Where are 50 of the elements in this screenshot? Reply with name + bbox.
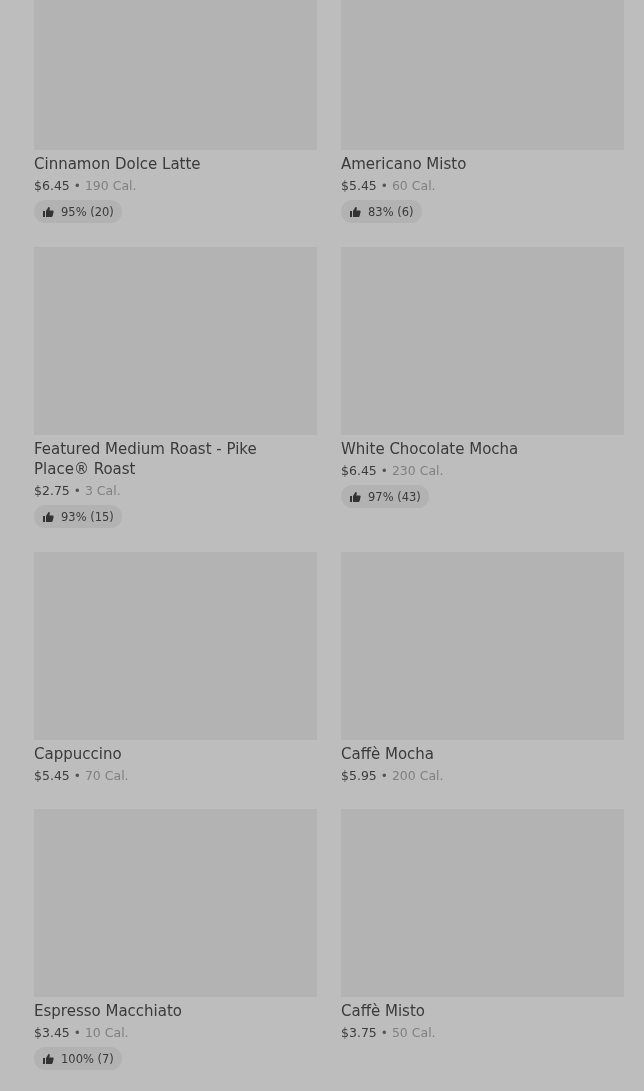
calories: 3 Cal.	[84, 482, 121, 500]
separator: •	[380, 178, 388, 195]
calories: 60 Cal.	[391, 177, 436, 195]
price: $2.75	[34, 482, 70, 500]
price: $5.45	[34, 767, 70, 785]
calories: 200 Cal.	[391, 767, 444, 785]
thumbs-up-icon	[349, 490, 361, 503]
product-card[interactable]: Cappuccino $5.45 • 70 Cal.	[34, 552, 317, 785]
price: $6.45	[341, 462, 377, 480]
price: $5.45	[341, 177, 377, 195]
price: $5.95	[341, 767, 377, 785]
thumbs-up-icon	[42, 205, 54, 218]
separator: •	[380, 768, 388, 785]
thumbs-up-icon	[349, 205, 361, 218]
product-card[interactable]: Featured Medium Roast - Pike Place® Roast $2.75 • 3 Cal. 93% (15)	[34, 247, 317, 528]
rating-text: 93% (15)	[61, 509, 114, 524]
thumbs-up-icon	[42, 1052, 54, 1065]
product-name: Espresso Macchiato	[34, 1001, 182, 1021]
separator: •	[73, 1025, 81, 1042]
price: $6.45	[34, 177, 70, 195]
thumbs-up-icon	[42, 510, 54, 523]
separator: •	[73, 483, 81, 500]
product-name: Cappuccino	[34, 744, 122, 764]
separator: •	[380, 463, 388, 480]
product-card[interactable]: Espresso Macchiato $3.45 • 10 Cal. 100% (7)	[34, 809, 317, 1070]
product-name: Americano Misto	[341, 154, 467, 174]
separator: •	[380, 1025, 388, 1042]
product-card[interactable]: Caffè Mocha $5.95 • 200 Cal.	[341, 552, 624, 785]
calories: 70 Cal.	[84, 767, 129, 785]
separator: •	[73, 178, 81, 195]
separator: •	[73, 768, 81, 785]
product-card[interactable]: White Chocolate Mocha $6.45 • 230 Cal. 97% (43)	[341, 247, 624, 528]
rating-text: 97% (43)	[368, 489, 421, 504]
product-card[interactable]: Caffè Misto $3.75 • 50 Cal.	[341, 809, 624, 1070]
calories: 50 Cal.	[391, 1024, 436, 1042]
product-card[interactable]: Americano Misto $5.45 • 60 Cal. 83% (6)	[341, 0, 624, 223]
product-name: Cinnamon Dolce Latte	[34, 154, 201, 174]
product-name: Caffè Misto	[341, 1001, 425, 1021]
product-name: White Chocolate Mocha	[341, 439, 519, 459]
price: $3.45	[34, 1024, 70, 1042]
rating-text: 95% (20)	[61, 204, 114, 219]
calories: 10 Cal.	[84, 1024, 129, 1042]
calories: 230 Cal.	[391, 462, 444, 480]
product-name: Featured Medium Roast - Pike Place® Roast	[34, 439, 258, 479]
rating-text: 100% (7)	[61, 1051, 114, 1066]
rating-text: 83% (6)	[368, 204, 414, 219]
calories: 190 Cal.	[84, 177, 137, 195]
product-card[interactable]: Cinnamon Dolce Latte $6.45 • 190 Cal. 95% (20)	[34, 0, 317, 223]
product-name: Caffè Mocha	[341, 744, 435, 764]
price: $3.75	[341, 1024, 377, 1042]
